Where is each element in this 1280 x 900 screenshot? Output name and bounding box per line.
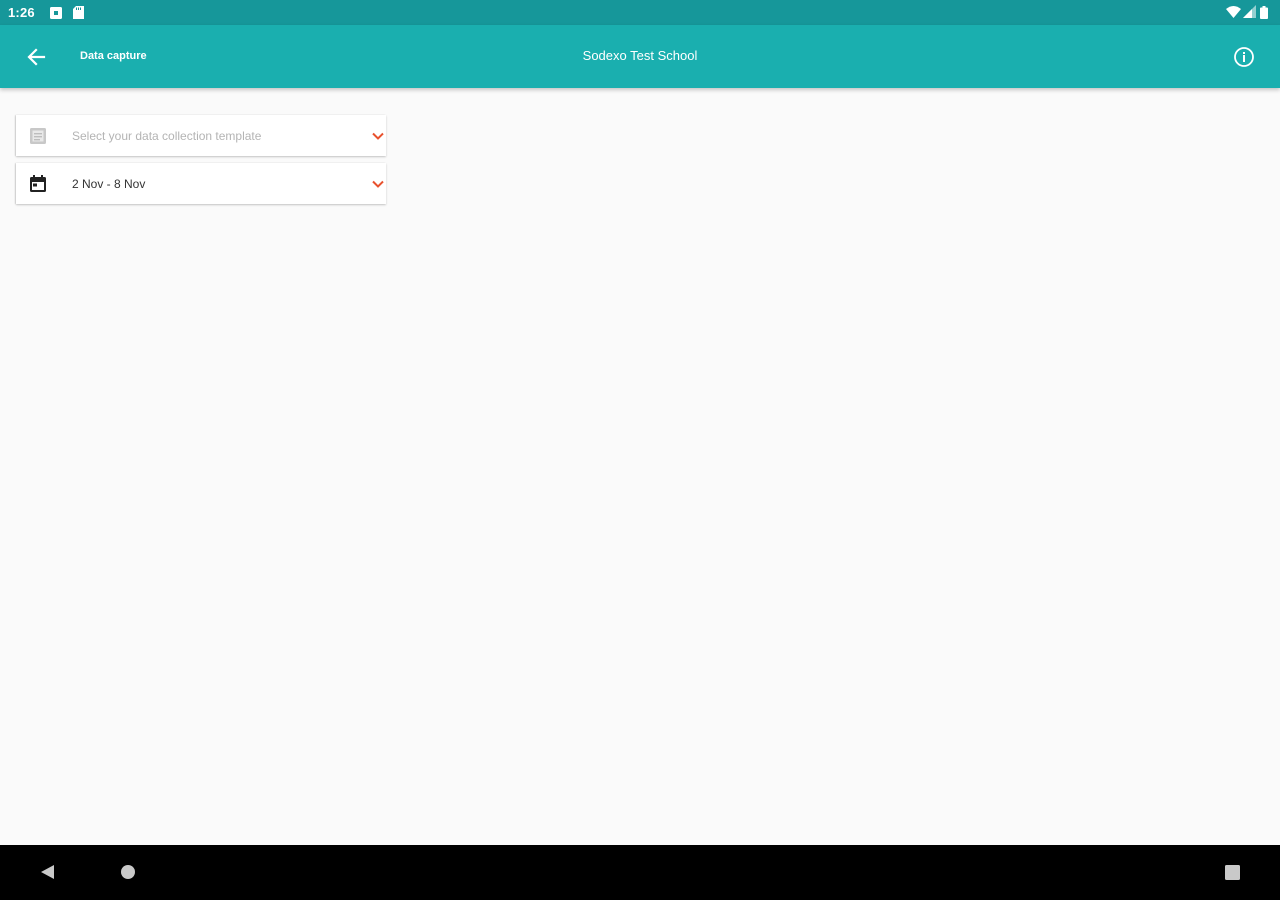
- template-select[interactable]: Select your data collection template: [16, 115, 386, 156]
- recents-square-icon[interactable]: [1224, 864, 1241, 881]
- arrow-back-icon[interactable]: [22, 43, 50, 71]
- chevron-down-icon: [372, 129, 384, 141]
- chevron-down-icon: [372, 177, 384, 189]
- system-nav-bar: [0, 845, 1280, 900]
- date-range-select[interactable]: 2 Nov - 8 Nov: [16, 163, 386, 204]
- info-circle-icon[interactable]: [1232, 45, 1256, 69]
- signal-icon: [1243, 5, 1256, 23]
- calendar-icon: [28, 174, 48, 194]
- status-time: 1:26: [8, 5, 35, 20]
- home-circle-icon[interactable]: [119, 863, 137, 881]
- date-range-value: 2 Nov - 8 Nov: [72, 177, 146, 191]
- sd-card-icon: [73, 6, 84, 24]
- template-select-placeholder: Select your data collection template: [72, 129, 262, 143]
- status-bar: 1:26: [0, 0, 1280, 25]
- app-bar: Data capture Sodexo Test School: [0, 25, 1280, 88]
- page-title: Sodexo Test School: [582, 48, 698, 63]
- form-icon: [28, 126, 48, 146]
- notification-app-icon: [50, 6, 62, 24]
- back-triangle-icon[interactable]: [38, 863, 56, 881]
- screen-subtitle: Data capture: [80, 50, 147, 62]
- wifi-icon: [1226, 5, 1241, 23]
- battery-icon: [1260, 6, 1268, 24]
